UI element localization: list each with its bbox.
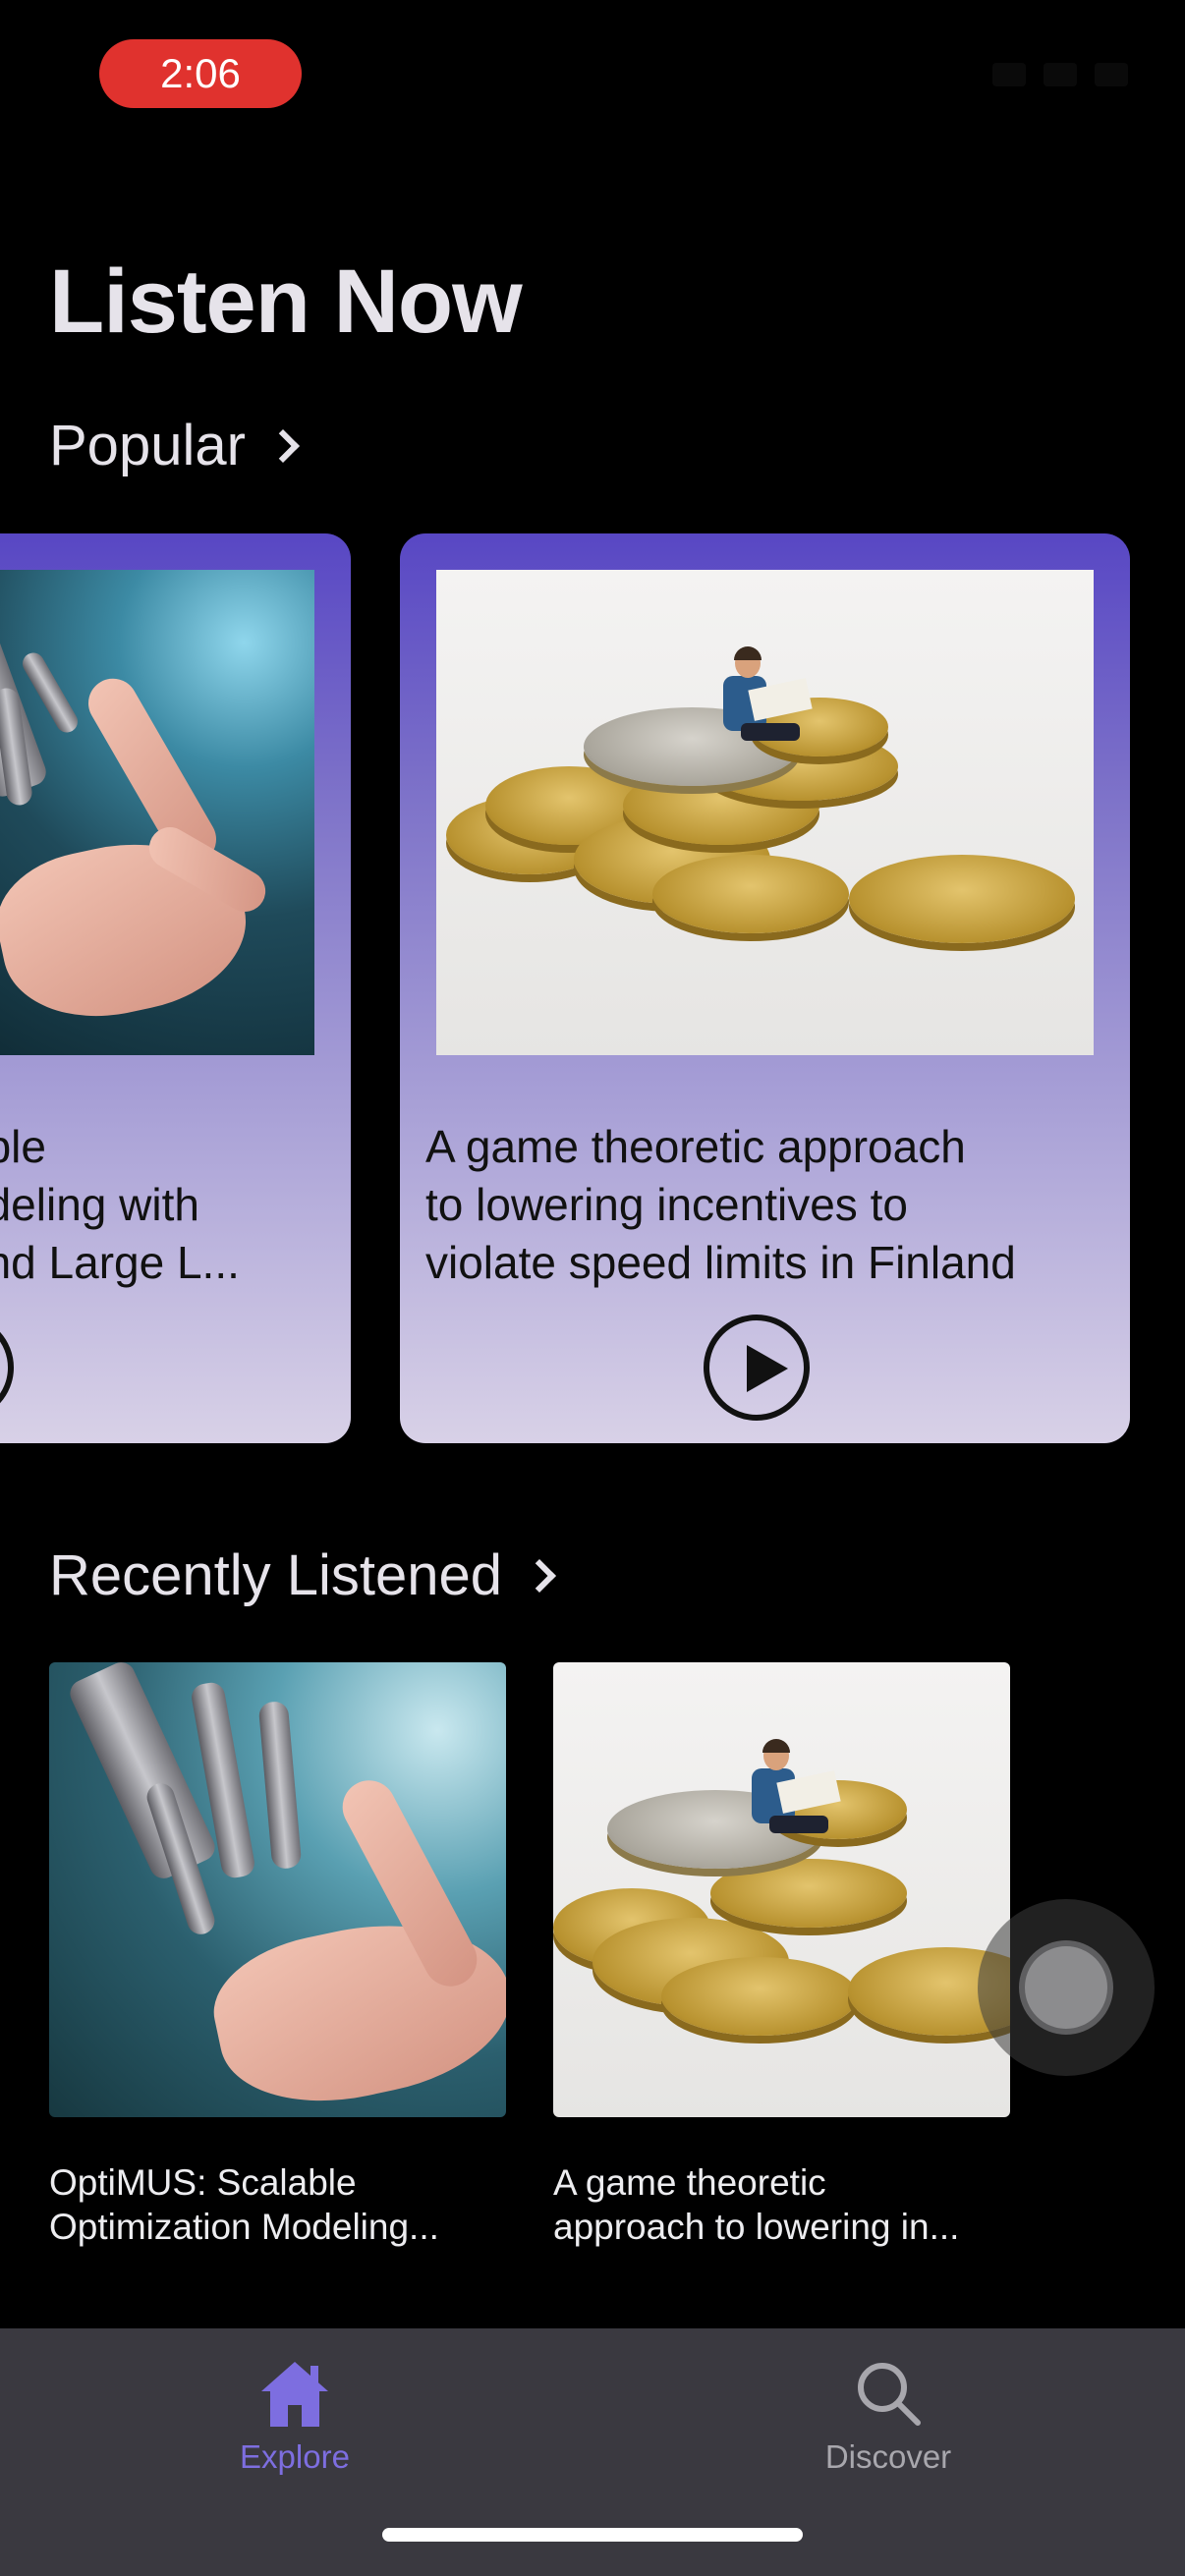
- tab-label: Explore: [240, 2438, 350, 2475]
- recent-title-line: approach to lowering in...: [553, 2207, 960, 2247]
- recent-section-label: Recently Listened: [49, 1543, 503, 1607]
- status-time: 2:06: [160, 50, 241, 96]
- card-title-line: and Large L...: [0, 1237, 240, 1288]
- tab-discover[interactable]: Discover: [741, 2358, 1036, 2476]
- assistive-touch-icon: [1019, 1940, 1113, 2035]
- chevron-right-icon: [265, 428, 300, 463]
- page-title: Listen Now: [49, 252, 523, 352]
- recently-listened-section-link[interactable]: Recently Listened: [49, 1542, 557, 1608]
- play-button[interactable]: [704, 1315, 810, 1421]
- search-icon: [858, 2363, 921, 2426]
- battery-icon: [1095, 63, 1128, 86]
- signal-icon: [992, 63, 1026, 86]
- popular-section-label: Popular: [49, 414, 246, 477]
- recent-title-line: OptiMUS: Scalable: [49, 2162, 357, 2203]
- popular-card[interactable]: A game theoretic approach to lowering in…: [400, 533, 1130, 1443]
- card-title-line: A game theoretic approach: [425, 1121, 966, 1172]
- recent-item[interactable]: OptiMUS: Scalable Optimization Modeling.…: [49, 1662, 506, 2249]
- recent-item[interactable]: A game theoretic approach to lowering in…: [553, 1662, 1010, 2249]
- assistive-touch-button[interactable]: [978, 1899, 1155, 2076]
- tab-label: Discover: [824, 2438, 952, 2475]
- play-icon: [747, 1345, 788, 1392]
- robot-hand-image: [0, 570, 314, 1055]
- coins-man-image: [436, 570, 1094, 1055]
- home-icon: [261, 2362, 328, 2427]
- wifi-icon: [1044, 63, 1077, 86]
- recording-time-pill[interactable]: 2:06: [99, 39, 302, 108]
- play-button[interactable]: [0, 1315, 14, 1421]
- recent-title-line: A game theoretic: [553, 2162, 826, 2203]
- card-title-line: violate speed limits in Finland: [425, 1237, 1016, 1288]
- status-icons: [992, 63, 1128, 86]
- popular-card-title: A game theoretic approach to lowering in…: [425, 1118, 1113, 1292]
- tab-explore[interactable]: Explore: [147, 2358, 442, 2476]
- recent-title-line: Optimization Modeling...: [49, 2207, 439, 2247]
- coins-man-image: [553, 1662, 1010, 2117]
- home-indicator[interactable]: [382, 2528, 803, 2542]
- chevron-right-icon: [523, 1558, 557, 1593]
- card-title-line: able: [0, 1121, 46, 1172]
- card-title-line: odeling with: [0, 1179, 199, 1230]
- popular-card-title: able odeling with and Large L...: [0, 1118, 314, 1292]
- popular-card[interactable]: able odeling with and Large L...: [0, 533, 351, 1443]
- card-title-line: to lowering incentives to: [425, 1179, 908, 1230]
- popular-section-link[interactable]: Popular: [49, 413, 300, 478]
- robot-hand-image: [49, 1662, 506, 2117]
